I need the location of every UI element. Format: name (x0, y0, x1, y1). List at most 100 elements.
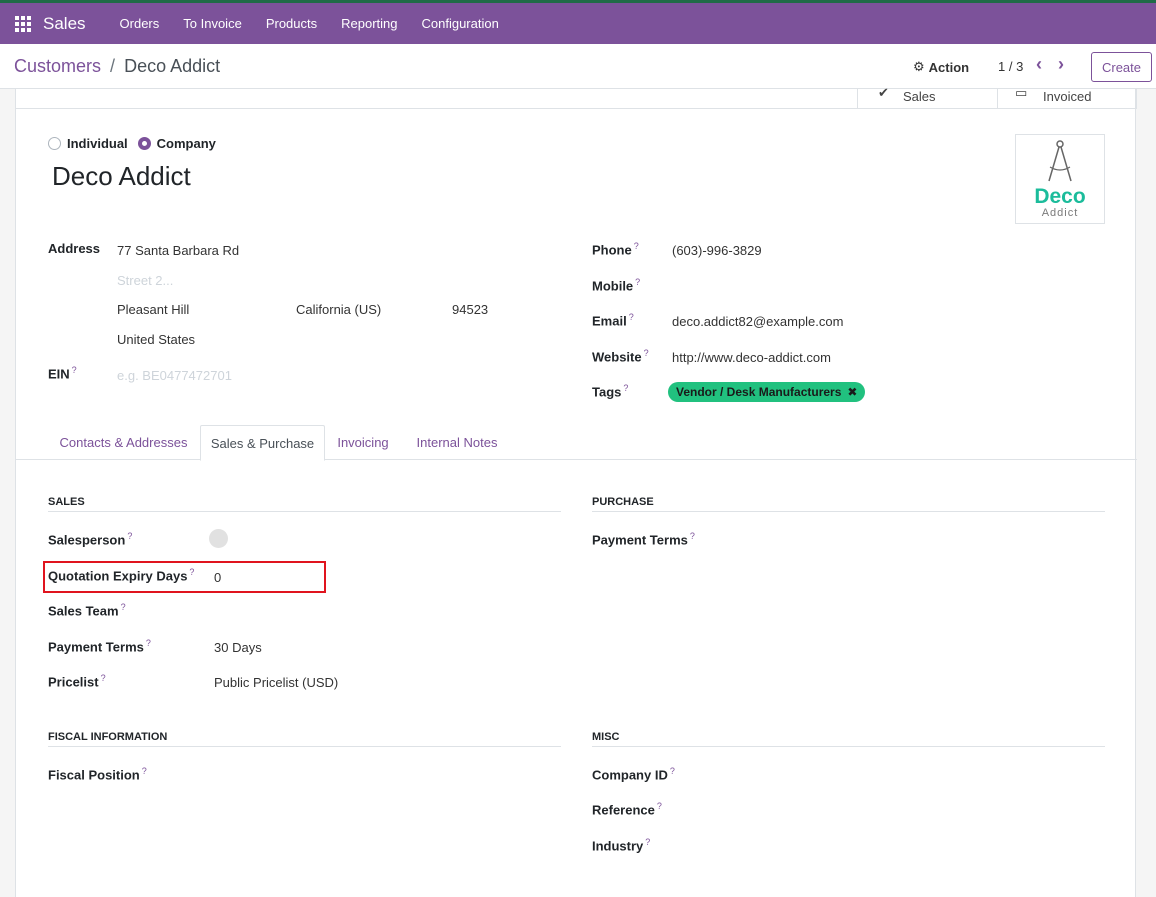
help-icon[interactable]: ? (634, 241, 639, 251)
tag-badge[interactable]: Vendor / Desk Manufacturers ✖ (668, 382, 866, 402)
pager-previous-icon[interactable]: ‹ (1036, 55, 1042, 73)
help-icon[interactable]: ? (670, 766, 675, 776)
remove-tag-icon[interactable]: ✖ (847, 385, 857, 399)
mobile-label: Mobile? (592, 277, 640, 293)
action-label: Action (928, 59, 970, 75)
help-icon[interactable]: ? (142, 766, 147, 776)
street2-field[interactable]: Street 2... (117, 273, 173, 288)
website-label-text: Website (592, 349, 642, 365)
ein-field[interactable]: e.g. BE0477472701 (117, 368, 232, 383)
zip-field[interactable]: 94523 (452, 302, 488, 317)
main-menu: Orders To Invoice Products Reporting Con… (108, 16, 511, 31)
help-icon[interactable]: ? (121, 602, 126, 612)
ein-label: EIN? (48, 365, 77, 381)
menu-configuration[interactable]: Configuration (410, 16, 511, 31)
smart-buttons-row: ✔ Sales ▭ Invoiced (16, 85, 1137, 109)
highlight-annotation (43, 561, 326, 593)
payment-terms-label-text: Payment Terms (48, 639, 144, 655)
smart-button-sales-label: Sales (903, 89, 936, 104)
payment-terms-field[interactable]: 30 Days (214, 640, 262, 655)
sales-section-title: SALES (48, 496, 85, 508)
breadcrumb: Customers / Deco Addict (14, 56, 220, 77)
tag-label: Vendor / Desk Manufacturers (676, 385, 842, 399)
company-id-label: Company ID? (592, 766, 675, 782)
reference-label: Reference? (592, 801, 662, 817)
help-icon[interactable]: ? (629, 312, 634, 322)
pager-value[interactable]: 1 / 3 (998, 59, 1023, 74)
email-field[interactable]: deco.addict82@example.com (672, 314, 843, 329)
state-field[interactable]: California (US) (296, 302, 381, 317)
menu-to-invoice[interactable]: To Invoice (171, 16, 254, 31)
smart-button-sales[interactable]: ✔ Sales (857, 85, 998, 109)
address-label: Address (48, 241, 101, 256)
control-panel: Customers / Deco Addict ⚙ Action 1 / 3 ‹… (0, 44, 1156, 89)
pricelist-label: Pricelist? (48, 673, 106, 689)
sales-team-label-text: Sales Team (48, 603, 119, 619)
help-icon[interactable]: ? (635, 277, 640, 287)
pricelist-field[interactable]: Public Pricelist (USD) (214, 675, 338, 690)
purchase-payment-terms-label-text: Payment Terms (592, 532, 688, 548)
create-button[interactable]: Create (1091, 52, 1152, 82)
dollar-icon: ✔ (878, 85, 889, 100)
tags-label-text: Tags (592, 384, 622, 400)
radio-company[interactable] (137, 137, 151, 150)
breadcrumb-current: Deco Addict (124, 56, 221, 76)
menu-reporting[interactable]: Reporting (329, 16, 409, 31)
breadcrumb-customers[interactable]: Customers (14, 56, 101, 76)
menu-orders[interactable]: Orders (108, 16, 172, 31)
compass-icon (1048, 140, 1072, 182)
misc-section-title: MISC (592, 731, 620, 743)
misc-section-divider (592, 746, 1105, 747)
industry-label: Industry? (592, 837, 650, 853)
sales-section-divider (48, 511, 561, 512)
mobile-label-text: Mobile (592, 278, 634, 294)
phone-field[interactable]: (603)-996-3829 (672, 243, 762, 258)
breadcrumb-separator: / (110, 56, 116, 76)
tab-sales-purchase[interactable]: Sales & Purchase (200, 425, 325, 461)
radio-individual[interactable] (48, 137, 61, 150)
help-icon[interactable]: ? (101, 673, 106, 683)
app-brand[interactable]: Sales (43, 14, 86, 34)
tab-contacts-addresses[interactable]: Contacts & Addresses (48, 425, 199, 460)
company-type-selector: Individual Company (48, 136, 226, 151)
smart-button-invoiced-label: Invoiced (1043, 89, 1092, 104)
top-navbar: Sales Orders To Invoice Products Reporti… (0, 0, 1156, 44)
smart-button-invoiced[interactable]: ▭ Invoiced (997, 85, 1137, 109)
tab-invoicing[interactable]: Invoicing (328, 425, 398, 460)
help-icon[interactable]: ? (72, 365, 77, 375)
country-field[interactable]: United States (117, 332, 195, 347)
gear-icon: ⚙ (913, 59, 925, 74)
tab-internal-notes[interactable]: Internal Notes (404, 425, 510, 460)
tags-label: Tags? (592, 383, 628, 399)
salesperson-avatar[interactable] (209, 529, 228, 548)
reference-label-text: Reference (592, 802, 655, 818)
invoice-icon: ▭ (1015, 85, 1028, 100)
help-icon[interactable]: ? (657, 801, 662, 811)
email-label-text: Email (592, 313, 627, 329)
help-icon[interactable]: ? (690, 531, 695, 541)
fiscal-position-label: Fiscal Position? (48, 766, 147, 782)
help-icon[interactable]: ? (644, 348, 649, 358)
fiscal-section-divider (48, 746, 561, 747)
radio-company-label[interactable]: Company (157, 136, 216, 151)
apps-menu-icon[interactable] (15, 15, 31, 32)
pager-next-icon[interactable]: › (1058, 55, 1064, 73)
street-field[interactable]: 77 Santa Barbara Rd (117, 243, 239, 258)
partner-logo[interactable]: Deco Addict (1015, 134, 1105, 224)
salesperson-label: Salesperson? (48, 531, 132, 547)
city-field[interactable]: Pleasant Hill (117, 302, 189, 317)
website-field[interactable]: http://www.deco-addict.com (672, 350, 831, 365)
help-icon[interactable]: ? (623, 383, 628, 393)
radio-individual-label[interactable]: Individual (67, 136, 128, 151)
help-icon[interactable]: ? (645, 837, 650, 847)
purchase-section-divider (592, 511, 1105, 512)
action-button[interactable]: ⚙ Action (913, 59, 969, 75)
partner-name-field[interactable]: Deco Addict (52, 161, 191, 192)
menu-products[interactable]: Products (254, 16, 329, 31)
fiscal-position-label-text: Fiscal Position (48, 767, 140, 783)
phone-label-text: Phone (592, 242, 632, 258)
purchase-section-title: PURCHASE (592, 496, 654, 508)
help-icon[interactable]: ? (127, 531, 132, 541)
help-icon[interactable]: ? (146, 638, 151, 648)
notebook-tabs: Contacts & Addresses Sales & Purchase In… (16, 425, 1137, 461)
